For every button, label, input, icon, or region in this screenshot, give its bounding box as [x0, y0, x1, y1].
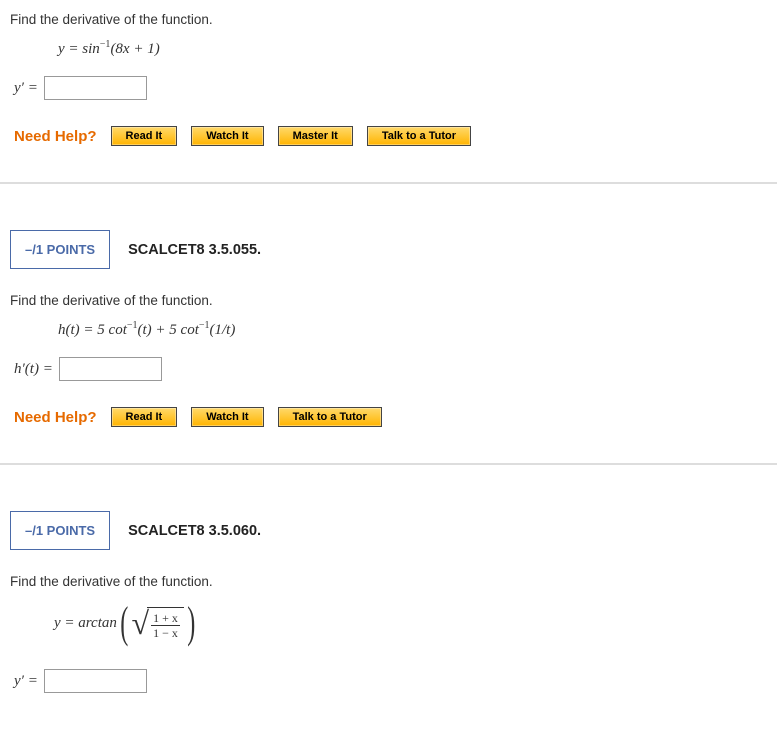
- problem-equation: h(t) = 5 cot−1(t) + 5 cot−1(1/t): [58, 320, 777, 339]
- problem-header: –/1 POINTS SCALCET8 3.5.055.: [10, 230, 777, 269]
- problem-prompt: Find the derivative of the function.: [10, 574, 777, 589]
- left-paren: (: [120, 601, 128, 645]
- equation-lhs: y = arctan: [54, 615, 117, 632]
- fraction-denominator: 1 − x: [151, 626, 180, 640]
- problem-equation: y = arctan ( √ 1 + x 1 − x ): [54, 601, 777, 645]
- need-help-row: Need Help? Read It Watch It Master It Ta…: [14, 126, 777, 146]
- read-it-button[interactable]: Read It: [111, 407, 178, 427]
- answer-input[interactable]: [44, 669, 147, 693]
- fraction: 1 + x 1 − x: [151, 611, 180, 640]
- right-paren: ): [187, 601, 195, 645]
- need-help-row: Need Help? Read It Watch It Talk to a Tu…: [14, 407, 777, 427]
- answer-row: y′ =: [14, 76, 777, 100]
- need-help-label: Need Help?: [14, 128, 97, 145]
- fraction-numerator: 1 + x: [151, 611, 180, 626]
- watch-it-button[interactable]: Watch It: [191, 407, 263, 427]
- answer-label: h′(t) =: [14, 361, 53, 378]
- answer-row: y′ =: [14, 669, 777, 693]
- problem-3: –/1 POINTS SCALCET8 3.5.060. Find the de…: [0, 464, 777, 737]
- answer-label: y′ =: [14, 80, 38, 97]
- answer-input[interactable]: [44, 76, 147, 100]
- problem-header: –/1 POINTS SCALCET8 3.5.060.: [10, 511, 777, 550]
- problem-2: –/1 POINTS SCALCET8 3.5.055. Find the de…: [0, 183, 777, 464]
- talk-tutor-button[interactable]: Talk to a Tutor: [278, 407, 382, 427]
- talk-tutor-button[interactable]: Talk to a Tutor: [367, 126, 471, 146]
- problem-prompt: Find the derivative of the function.: [10, 293, 777, 308]
- points-box[interactable]: –/1 POINTS: [10, 511, 110, 550]
- answer-row: h′(t) =: [14, 357, 777, 381]
- problem-equation: y = sin−1(8x + 1): [58, 39, 777, 58]
- reference-label: SCALCET8 3.5.060.: [128, 523, 261, 539]
- watch-it-button[interactable]: Watch It: [191, 126, 263, 146]
- points-box[interactable]: –/1 POINTS: [10, 230, 110, 269]
- answer-input[interactable]: [59, 357, 162, 381]
- reference-label: SCALCET8 3.5.055.: [128, 242, 261, 258]
- answer-label: y′ =: [14, 673, 38, 690]
- read-it-button[interactable]: Read It: [111, 126, 178, 146]
- master-it-button[interactable]: Master It: [278, 126, 353, 146]
- radical: √ 1 + x 1 − x: [132, 607, 184, 640]
- problem-prompt: Find the derivative of the function.: [10, 12, 777, 27]
- problem-1: Find the derivative of the function. y =…: [0, 0, 777, 183]
- need-help-label: Need Help?: [14, 409, 97, 426]
